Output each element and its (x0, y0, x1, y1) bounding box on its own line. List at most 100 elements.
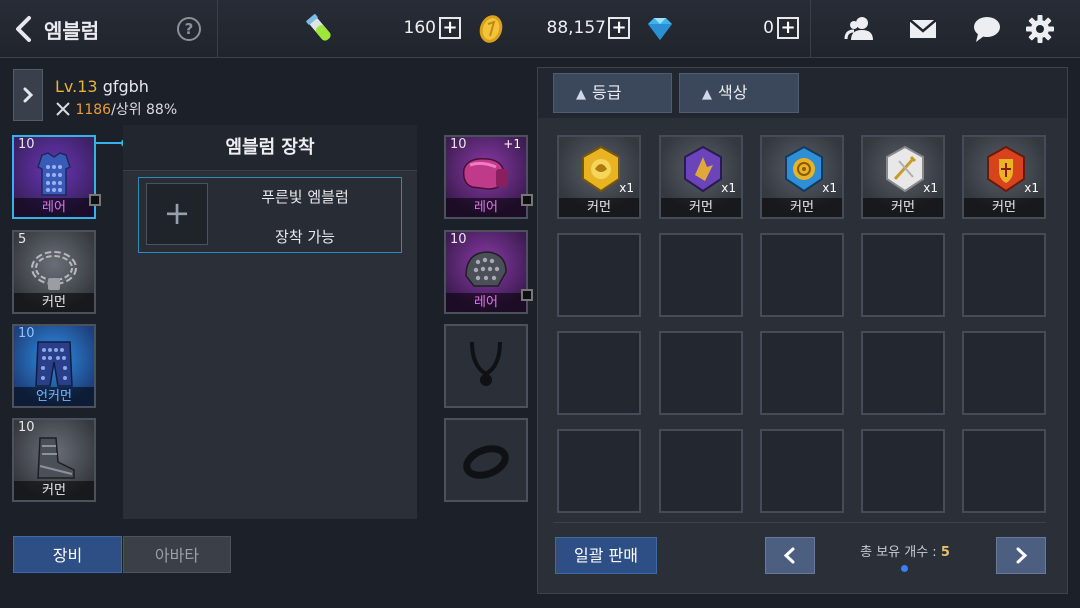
add-energy-button[interactable]: + (439, 17, 461, 39)
inventory-empty-slot[interactable] (760, 331, 844, 415)
item-rarity: 레어 (446, 198, 526, 217)
energy-potion-icon (303, 12, 337, 46)
inventory-item-white-emblem[interactable]: x1 커먼 (861, 135, 945, 219)
inventory-empty-slot[interactable] (557, 429, 641, 513)
lock-indicator (521, 289, 533, 301)
diamond-amount: 0 (763, 18, 774, 38)
diamond-icon (643, 12, 677, 46)
inventory-empty-slot[interactable] (861, 429, 945, 513)
mail-icon[interactable] (906, 12, 940, 46)
item-rarity: 커먼 (559, 198, 639, 217)
item-rarity: 레어 (446, 293, 526, 312)
emblem-socket-status: 장착 가능 (275, 228, 335, 246)
item-rarity: 언커먼 (14, 387, 94, 406)
chain-necklace-icon (26, 242, 82, 298)
tab-avatar[interactable]: 아바타 (123, 536, 231, 573)
next-page-button[interactable] (996, 537, 1046, 574)
sort-arrow-icon: ▲ (702, 87, 712, 102)
tab-equipment[interactable]: 장비 (13, 536, 122, 573)
inventory-item-blue-emblem[interactable]: x1 커먼 (760, 135, 844, 219)
inventory-empty-slot[interactable] (760, 429, 844, 513)
blue-emblem-icon (782, 145, 826, 193)
combat-power-value: 1186 (75, 102, 112, 118)
character-name: gfgbh (102, 77, 149, 96)
crossed-swords-icon (55, 102, 75, 118)
lock-indicator (521, 194, 533, 206)
sort-grade-button[interactable]: ▲ 등급 (553, 73, 672, 113)
equip-slot-gloves[interactable]: 10 +1 레어 (444, 135, 528, 219)
page-indicator-dot (901, 565, 908, 572)
item-count: x1 (822, 181, 837, 195)
inventory-empty-slot[interactable] (557, 233, 641, 317)
back-arrow-icon[interactable] (10, 14, 40, 44)
helmet-icon (458, 242, 514, 298)
item-rarity: 커먼 (863, 198, 943, 217)
total-count-value: 5 (940, 545, 950, 560)
necklace-empty-icon (458, 336, 514, 392)
add-emblem-button[interactable]: + (146, 183, 208, 245)
equip-slot-necklace[interactable]: 5 커먼 (12, 230, 96, 314)
combat-power: 1186/상위 88% (55, 99, 177, 119)
boots-icon (26, 430, 82, 486)
sort-color-label: 색상 (718, 83, 748, 102)
friends-icon[interactable] (843, 12, 877, 46)
sort-arrow-icon: ▲ (576, 87, 586, 102)
item-rarity: 커먼 (964, 198, 1044, 217)
total-count-label: 총 보유 개수 : (860, 545, 937, 560)
item-rarity: 커먼 (14, 293, 94, 312)
gold-emblem-icon (579, 145, 623, 193)
leg-armor-icon (26, 336, 82, 392)
inventory-empty-slot[interactable] (659, 429, 743, 513)
item-rarity: 커먼 (762, 198, 842, 217)
inventory-item-red-emblem[interactable]: x1 커먼 (962, 135, 1046, 219)
purple-emblem-icon (681, 145, 725, 193)
energy-amount: 160 (403, 18, 436, 38)
equip-slot-chest[interactable]: 10 레어 (12, 135, 96, 219)
emblem-socket-name: 푸른빛 엠블럼 (261, 188, 349, 206)
item-count: x1 (1024, 181, 1039, 195)
item-count: x1 (619, 181, 634, 195)
inventory-empty-slot[interactable] (659, 233, 743, 317)
sort-color-button[interactable]: ▲ 색상 (679, 73, 799, 113)
item-rarity: 커먼 (661, 198, 741, 217)
inventory-empty-slot[interactable] (760, 233, 844, 317)
character-level: Lv.13 (55, 77, 98, 96)
inventory-empty-slot[interactable] (659, 331, 743, 415)
inventory-empty-slot[interactable] (557, 331, 641, 415)
total-count: 총 보유 개수 : 5 (840, 541, 970, 560)
slot-connector-line (96, 142, 124, 144)
item-count: x1 (923, 181, 938, 195)
character-level-name: Lv.13 gfgbh (55, 77, 149, 96)
red-emblem-icon (984, 145, 1028, 193)
ring-empty-icon (458, 430, 514, 486)
equip-slot-ring-empty[interactable] (444, 418, 528, 502)
inventory-empty-slot[interactable] (861, 331, 945, 415)
inventory-empty-slot[interactable] (861, 233, 945, 317)
rank-percentile: /상위 88% (111, 102, 178, 118)
settings-gear-icon[interactable] (1023, 12, 1057, 46)
chat-icon[interactable] (970, 12, 1004, 46)
add-gold-button[interactable]: + (608, 17, 630, 39)
add-diamond-button[interactable]: + (777, 17, 799, 39)
gold-coin-icon (474, 12, 508, 46)
sell-all-button[interactable]: 일괄 판매 (555, 537, 657, 574)
equip-slot-necklace-empty[interactable] (444, 324, 528, 408)
prev-page-button[interactable] (765, 537, 815, 574)
divider (810, 0, 811, 58)
inventory-item-purple-emblem[interactable]: x1 커먼 (659, 135, 743, 219)
divider (553, 522, 1046, 523)
inventory-empty-slot[interactable] (962, 331, 1046, 415)
equip-slot-legs[interactable]: 10 언커먼 (12, 324, 96, 408)
white-emblem-icon (883, 145, 927, 193)
help-icon[interactable]: ? (177, 17, 201, 41)
page-title: 엠블럼 (44, 19, 100, 43)
glove-icon (458, 147, 514, 203)
expand-character-button[interactable] (13, 69, 43, 121)
inventory-item-gold-emblem[interactable]: x1 커먼 (557, 135, 641, 219)
divider (217, 0, 218, 58)
inventory-empty-slot[interactable] (962, 233, 1046, 317)
inventory-empty-slot[interactable] (962, 429, 1046, 513)
equip-slot-boots[interactable]: 10 커먼 (12, 418, 96, 502)
equip-slot-helmet[interactable]: 10 레어 (444, 230, 528, 314)
sort-grade-label: 등급 (592, 83, 622, 102)
